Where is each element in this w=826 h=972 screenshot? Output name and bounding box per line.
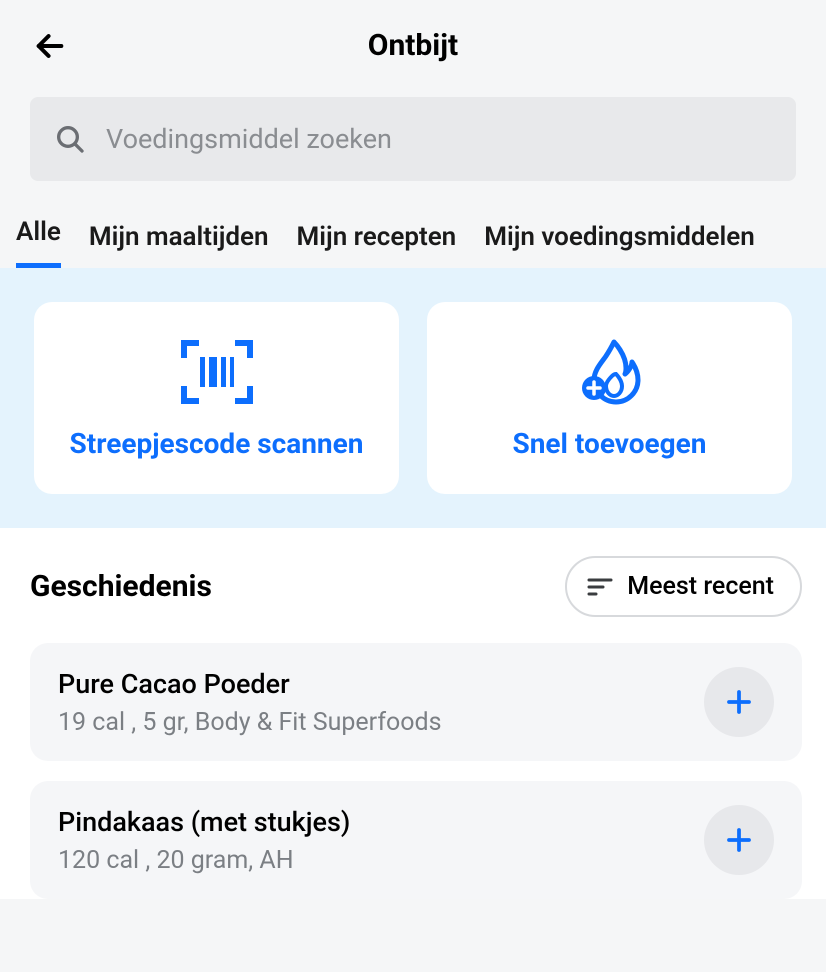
add-food-button[interactable] bbox=[704, 805, 774, 875]
search-input[interactable] bbox=[106, 123, 772, 155]
tab-mijn-maaltijden[interactable]: Mijn maaltijden bbox=[89, 210, 269, 268]
sort-button[interactable]: Meest recent bbox=[565, 556, 802, 617]
history-title: Geschiedenis bbox=[30, 569, 212, 604]
list-item[interactable]: Pure Cacao Poeder 19 cal , 5 gr, Body & … bbox=[30, 643, 802, 761]
flame-plus-icon bbox=[572, 336, 648, 408]
list-item[interactable]: Pindakaas (met stukjes) 120 cal , 20 gra… bbox=[30, 781, 802, 899]
food-name: Pure Cacao Poeder bbox=[58, 668, 704, 700]
sort-icon bbox=[587, 577, 613, 597]
scan-barcode-button[interactable]: Streepjescode scannen bbox=[34, 302, 399, 494]
back-button[interactable] bbox=[30, 26, 70, 66]
food-info: Pure Cacao Poeder 19 cal , 5 gr, Body & … bbox=[58, 668, 704, 737]
plus-icon bbox=[724, 687, 754, 717]
tab-alle[interactable]: Alle bbox=[16, 205, 61, 268]
food-info: Pindakaas (met stukjes) 120 cal , 20 gra… bbox=[58, 806, 704, 875]
plus-icon bbox=[724, 825, 754, 855]
arrow-left-icon bbox=[33, 29, 67, 63]
action-label: Streepjescode scannen bbox=[70, 426, 364, 462]
barcode-icon bbox=[178, 336, 256, 408]
quick-add-button[interactable]: Snel toevoegen bbox=[427, 302, 792, 494]
action-label: Snel toevoegen bbox=[513, 426, 707, 462]
search-box[interactable] bbox=[30, 97, 796, 181]
history-header: Geschiedenis Meest recent bbox=[30, 556, 802, 617]
food-details: 120 cal , 20 gram, AH bbox=[58, 846, 704, 875]
sort-label: Meest recent bbox=[627, 572, 774, 601]
header: Ontbijt bbox=[0, 0, 826, 83]
add-food-button[interactable] bbox=[704, 667, 774, 737]
page-title: Ontbijt bbox=[30, 28, 796, 63]
search-icon bbox=[54, 123, 86, 155]
tabs: Alle Mijn maaltijden Mijn recepten Mijn … bbox=[0, 205, 826, 268]
search-container bbox=[0, 83, 826, 205]
history-section: Geschiedenis Meest recent Pure Cacao Poe… bbox=[0, 528, 826, 899]
action-panel: Streepjescode scannen Snel toevoegen bbox=[0, 268, 826, 528]
tab-mijn-recepten[interactable]: Mijn recepten bbox=[297, 210, 457, 268]
food-name: Pindakaas (met stukjes) bbox=[58, 806, 704, 838]
tab-mijn-voedingsmiddelen[interactable]: Mijn voedingsmiddelen bbox=[484, 210, 755, 268]
food-details: 19 cal , 5 gr, Body & Fit Superfoods bbox=[58, 708, 704, 737]
